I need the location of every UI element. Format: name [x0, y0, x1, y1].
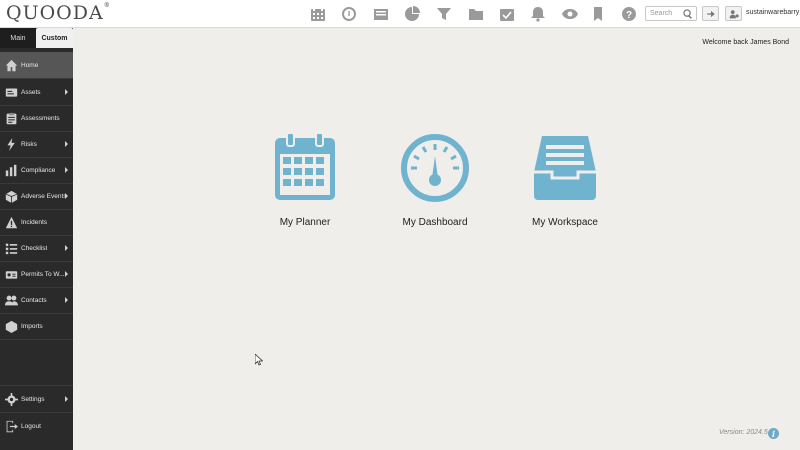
checklist-icon[interactable] [498, 5, 516, 23]
pie-chart-icon[interactable] [403, 5, 421, 23]
pin-icon [706, 10, 715, 17]
import-icon [4, 319, 18, 333]
eye-icon[interactable] [561, 5, 579, 23]
submenu-arrow-icon [65, 271, 68, 277]
info-icon[interactable]: i [768, 428, 779, 439]
contacts-icon [4, 293, 18, 307]
assets-icon [4, 85, 18, 99]
bar-chart-icon [4, 163, 18, 177]
user-settings-button[interactable] [725, 6, 742, 21]
sidebar-item-settings[interactable]: Settings [0, 386, 73, 412]
sidebar: Main Custom Home Assets Assessments Risk… [0, 28, 73, 450]
sidebar-item-contacts[interactable]: Contacts [0, 287, 73, 313]
planner-calendar-icon [275, 132, 335, 200]
submenu-arrow-icon [65, 89, 68, 95]
app-logo[interactable]: QUOODA® [6, 2, 111, 24]
tile-label: My Dashboard [402, 217, 468, 228]
welcome-message: Welcome back James Bond [702, 39, 789, 46]
logout-icon [4, 419, 18, 433]
my-dashboard-tile[interactable]: My Dashboard [380, 132, 490, 232]
user-gear-icon [729, 9, 739, 18]
username-label[interactable]: sustainwarebarry [746, 9, 799, 16]
sidebar-item-risks[interactable]: Risks [0, 131, 73, 157]
sidebar-item-logout[interactable]: Logout [0, 413, 73, 439]
sidebar-item-home[interactable]: Home [0, 52, 73, 78]
sidebar-item-compliance[interactable]: Compliance [0, 157, 73, 183]
warning-icon [4, 215, 18, 229]
pin-button[interactable] [702, 6, 719, 21]
tab-main[interactable]: Main [0, 28, 36, 48]
bell-icon[interactable] [529, 5, 547, 23]
home-icon [4, 58, 18, 72]
mouse-cursor-icon [255, 354, 263, 366]
tile-label: My Planner [279, 217, 331, 228]
sidebar-item-imports[interactable]: Imports [0, 313, 73, 339]
search-input[interactable]: Search [645, 6, 697, 21]
sidebar-item-permits[interactable]: Permits To W... [0, 261, 73, 287]
version-label: Version: 2024.5 [719, 429, 768, 436]
sidebar-tabs: Main Custom [0, 28, 73, 48]
sidebar-item-assets[interactable]: Assets [0, 79, 73, 105]
gear-icon [4, 392, 18, 406]
filter-icon[interactable] [435, 5, 453, 23]
tab-custom[interactable]: Custom [36, 28, 73, 48]
sidebar-item-assessments[interactable]: Assessments [0, 105, 73, 131]
help-icon[interactable]: ? [620, 5, 638, 23]
submenu-arrow-icon [65, 193, 68, 199]
permit-icon [4, 267, 18, 281]
folder-icon[interactable] [467, 5, 485, 23]
my-planner-tile[interactable]: My Planner [250, 132, 360, 232]
my-workspace-tile[interactable]: My Workspace [510, 132, 620, 232]
workspace-inbox-icon [534, 136, 596, 200]
gauge-icon[interactable] [340, 5, 358, 23]
lightning-icon [4, 137, 18, 151]
calendar-icon[interactable] [309, 5, 327, 23]
top-header: QUOODA® ? Search sustainwarebarry [0, 0, 800, 28]
submenu-arrow-icon [65, 167, 68, 173]
svg-text:?: ? [626, 10, 632, 21]
submenu-arrow-icon [65, 297, 68, 303]
submenu-arrow-icon [65, 245, 68, 251]
inbox-icon[interactable] [372, 5, 390, 23]
dashboard-gauge-icon [401, 134, 469, 202]
sidebar-item-adverse-events[interactable]: Adverse Events [0, 183, 73, 209]
list-icon [4, 241, 18, 255]
sidebar-item-checklist[interactable]: Checklist [0, 235, 73, 261]
bookmark-icon[interactable] [589, 5, 607, 23]
cube-icon [4, 189, 18, 203]
tile-label: My Workspace [532, 217, 598, 228]
clipboard-icon [4, 111, 18, 125]
sidebar-item-incidents[interactable]: Incidents [0, 209, 73, 235]
search-icon[interactable] [683, 9, 693, 19]
submenu-arrow-icon [65, 396, 68, 402]
submenu-arrow-icon [65, 141, 68, 147]
